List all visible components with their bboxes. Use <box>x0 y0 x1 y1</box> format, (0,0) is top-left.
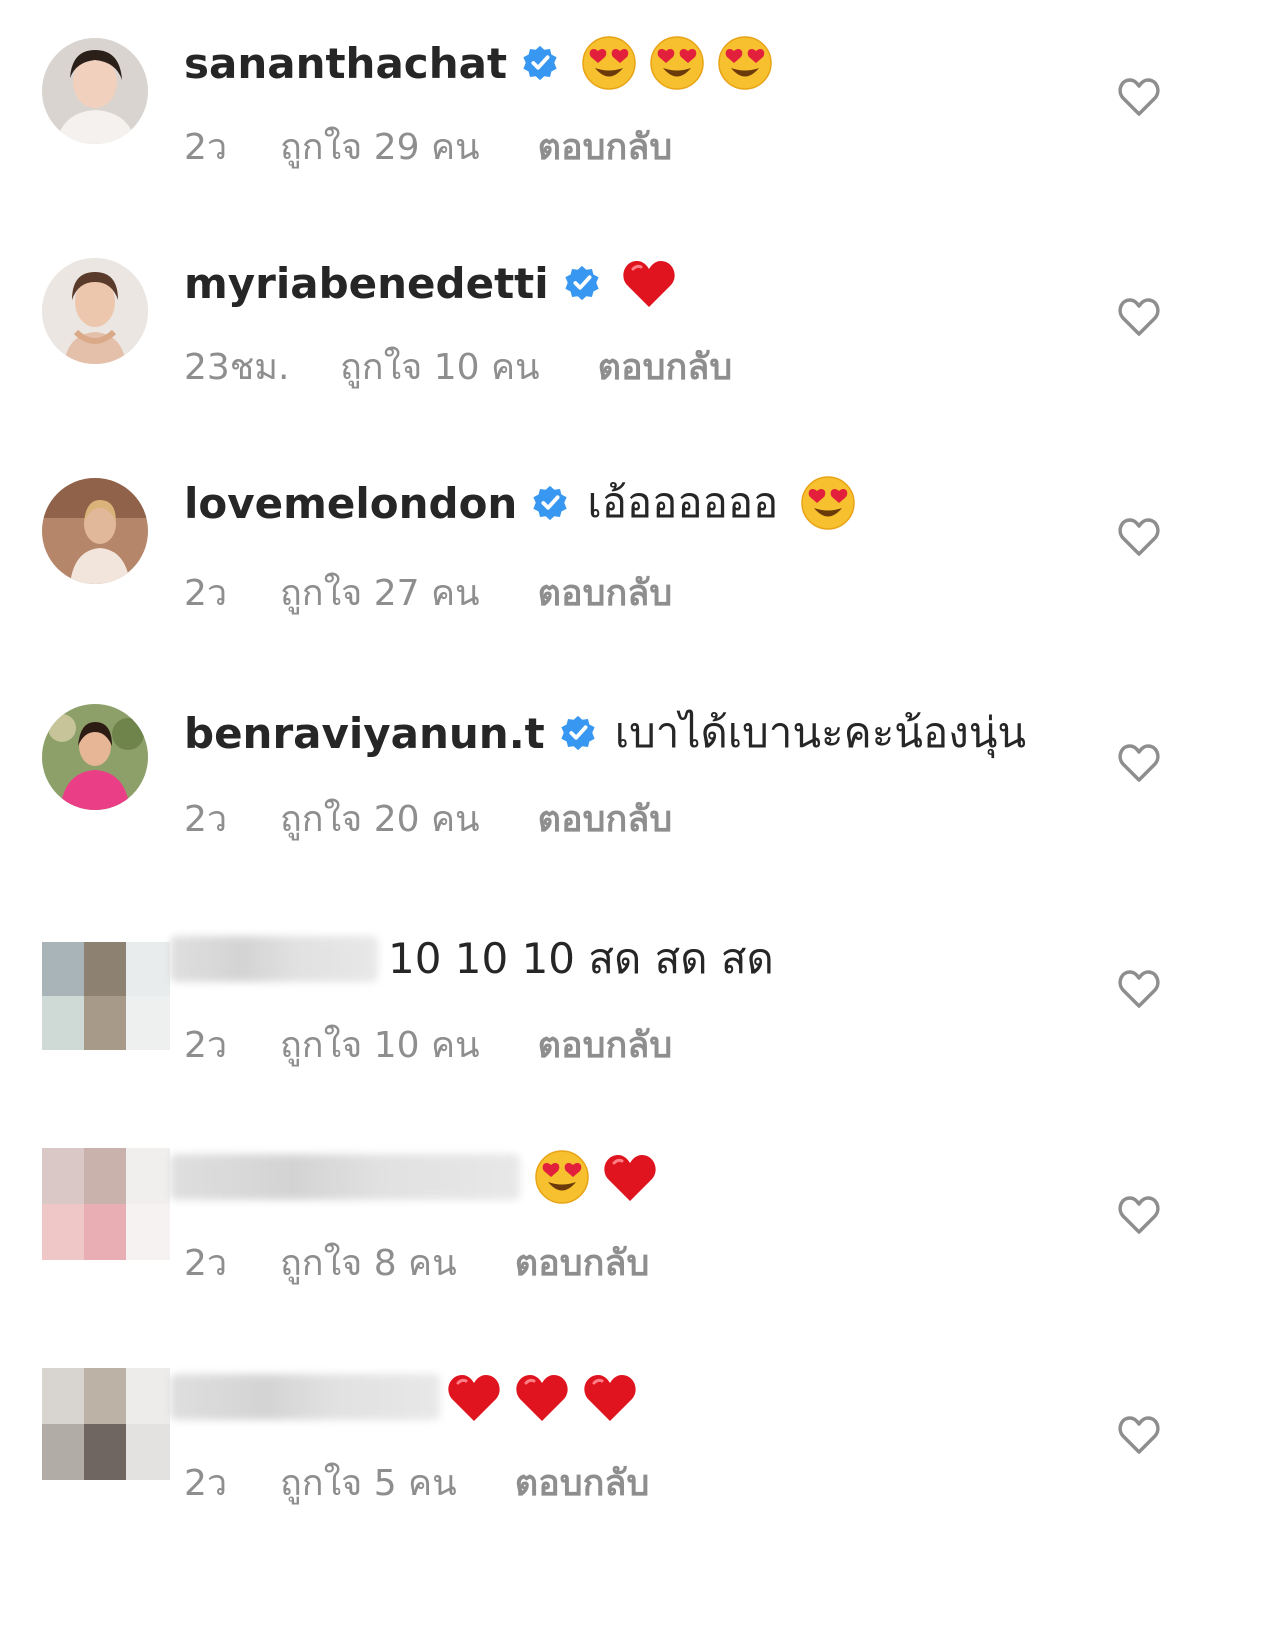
like-count[interactable]: ถูกใจ 29 คน <box>280 118 480 175</box>
reply-button[interactable]: ตอบกลับ <box>538 564 673 621</box>
heart-outline-icon <box>1118 1196 1160 1234</box>
verified-badge-icon <box>523 45 557 81</box>
avatar[interactable] <box>42 478 148 584</box>
comment-timestamp: 2ว <box>184 1463 228 1504</box>
comment-item: myriabenedetti 23ชม. ถูกใจ 10 คน ตอบกลับ <box>0 220 1280 440</box>
like-count[interactable]: ถูกใจ 27 คน <box>280 564 480 621</box>
heart-outline-icon <box>1118 78 1160 116</box>
avatar[interactable] <box>42 704 148 810</box>
avatar[interactable] <box>42 1148 170 1260</box>
comment-item: 10 10 10 สด สด สด 2ว ถูกใจ 10 คน ตอบกลับ <box>0 920 1280 1140</box>
like-button[interactable] <box>1117 296 1161 338</box>
avatar[interactable] <box>42 258 148 364</box>
reply-button[interactable]: ตอบกลับ <box>538 1016 673 1073</box>
avatar[interactable] <box>42 38 148 144</box>
like-button[interactable] <box>1117 516 1161 558</box>
blurred-username <box>170 1154 520 1200</box>
comment-item: lovemelondon เอ้ออออออ 2ว ถูกใจ 27 คน ตอ… <box>0 440 1280 660</box>
heart-outline-icon <box>1118 744 1160 782</box>
red-heart-emoji-icon <box>582 1369 638 1425</box>
verified-badge-icon <box>533 485 567 521</box>
heart-eyes-emoji-icon <box>717 35 773 91</box>
reply-button[interactable]: ตอบกลับ <box>538 118 673 175</box>
red-heart-emoji-icon <box>446 1369 502 1425</box>
verified-badge-icon <box>561 715 595 751</box>
avatar[interactable] <box>42 1368 170 1480</box>
heart-outline-icon <box>1118 518 1160 556</box>
reply-button[interactable]: ตอบกลับ <box>515 1454 650 1511</box>
avatar[interactable] <box>42 942 170 1050</box>
comment-timestamp: 2ว <box>184 1243 228 1284</box>
like-button[interactable] <box>1117 1194 1161 1236</box>
username[interactable]: myriabenedetti <box>184 259 549 308</box>
like-count[interactable]: ถูกใจ 10 คน <box>340 338 540 395</box>
comment-timestamp: 2ว <box>184 1025 228 1066</box>
comment-text: เอ้ออออออ <box>587 478 779 527</box>
heart-eyes-emoji-icon <box>649 35 705 91</box>
comment-timestamp: 2ว <box>184 799 228 840</box>
like-button[interactable] <box>1117 968 1161 1010</box>
red-heart-emoji-icon <box>514 1369 570 1425</box>
like-button[interactable] <box>1117 742 1161 784</box>
comment-item: sanantha­chat 2ว ถูกใจ 29 คน ตอบกลับ <box>0 0 1280 220</box>
like-count[interactable]: ถูกใจ 5 คน <box>280 1454 457 1511</box>
comment-text: เบาได้เบานะคะน้องนุ่น <box>614 708 1027 757</box>
heart-eyes-emoji-icon <box>800 475 856 531</box>
heart-outline-icon <box>1118 298 1160 336</box>
username[interactable]: benraviyanun.t <box>184 709 545 758</box>
heart-eyes-emoji-icon <box>534 1149 590 1205</box>
username[interactable]: lovemelondon <box>184 479 517 528</box>
reply-button[interactable]: ตอบกลับ <box>515 1234 650 1291</box>
username[interactable]: sanantha­chat <box>184 39 507 88</box>
comment-timestamp: 2ว <box>184 127 228 168</box>
comment-item: 2ว ถูกใจ 8 คน ตอบกลับ <box>0 1140 1280 1360</box>
comment-item: 2ว ถูกใจ 5 คน ตอบกลับ <box>0 1360 1280 1580</box>
comment-item: benraviyanun.t เบาได้เบานะคะน้องนุ่น 2ว … <box>0 680 1280 900</box>
like-button[interactable] <box>1117 76 1161 118</box>
like-count[interactable]: ถูกใจ 8 คน <box>280 1234 457 1291</box>
red-heart-emoji-icon <box>602 1149 658 1205</box>
like-button[interactable] <box>1117 1414 1161 1456</box>
heart-outline-icon <box>1118 1416 1160 1454</box>
comment-text: 10 10 10 สด สด สด <box>388 934 774 983</box>
red-heart-emoji-icon <box>621 255 677 311</box>
comment-timestamp: 2ว <box>184 573 228 614</box>
like-count[interactable]: ถูกใจ 10 คน <box>280 1016 480 1073</box>
heart-eyes-emoji-icon <box>581 35 637 91</box>
reply-button[interactable]: ตอบกลับ <box>598 338 733 395</box>
like-count[interactable]: ถูกใจ 20 คน <box>280 790 480 847</box>
heart-outline-icon <box>1118 970 1160 1008</box>
comment-timestamp: 23ชม. <box>184 347 290 388</box>
verified-badge-icon <box>565 265 599 301</box>
blurred-username <box>170 1374 440 1420</box>
blurred-username <box>170 936 378 982</box>
reply-button[interactable]: ตอบกลับ <box>538 790 673 847</box>
